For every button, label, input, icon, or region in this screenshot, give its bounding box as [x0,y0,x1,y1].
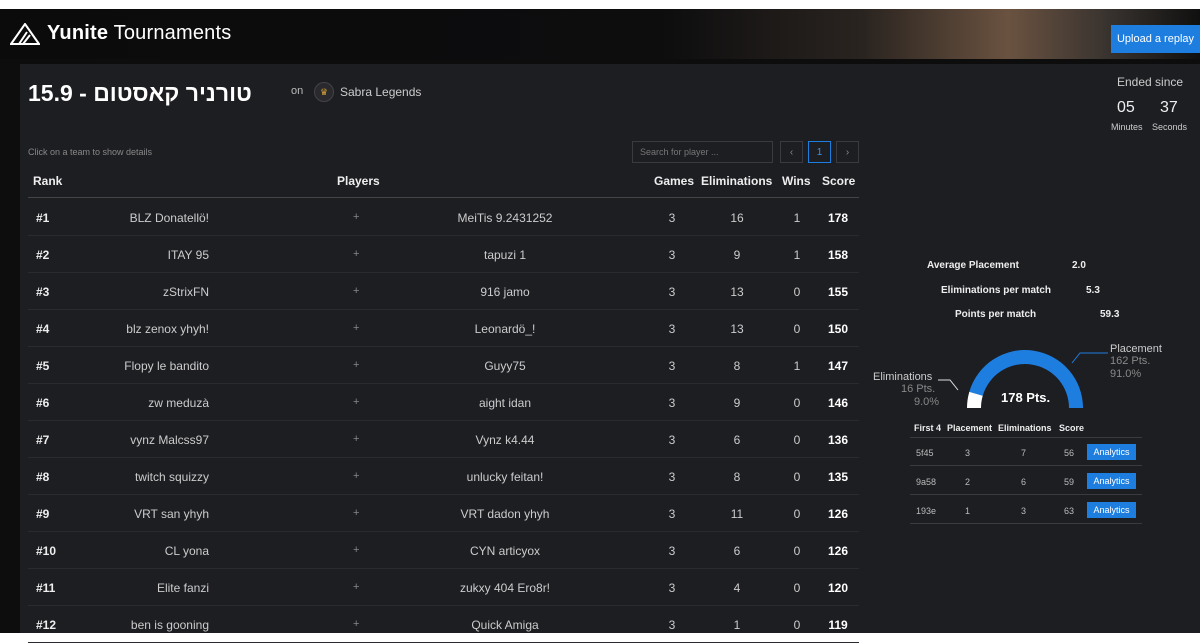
organizer-avatar-icon[interactable]: ♛ [314,82,334,102]
match-col-score: Score [1059,423,1085,433]
match-row-divider [910,523,1142,524]
analytics-button[interactable]: Analytics [1087,473,1136,489]
match-col-placement: Placement [947,423,993,433]
team-plus-icon: + [353,470,360,482]
top-strip [0,0,1200,9]
gauge-elim-percent: 9.0% [914,396,940,408]
team-plus-icon: + [353,544,360,556]
elims-per-match-value: 5.3 [1086,285,1100,296]
match-placement: 2 [965,477,971,487]
match-eliminations: 6 [1021,477,1027,487]
player-search-input[interactable] [632,141,773,163]
countdown-minutes: 05 [1117,99,1135,116]
rank-cell: #6 [36,396,50,410]
rank-cell: #10 [36,544,57,558]
header-divider [28,197,859,198]
gauge-placement-label: Placement [1110,343,1162,355]
match-placement: 3 [965,448,971,458]
col-header-eliminations: Eliminations [701,174,773,188]
gauge-placement-percent: 91.0% [1110,368,1142,380]
page-1-button[interactable]: 1 [808,141,831,163]
table-row[interactable]: #4 blz zenox yhyh! + Leonardö_! 3 13 0 150 [28,310,859,347]
match-id: 193e [916,506,937,516]
team-plus-icon: + [353,248,360,260]
match-header-divider [910,437,1142,438]
team-plus-icon: + [353,359,360,371]
table-row[interactable]: #2 ITAY 95 + tapuzi 1 3 9 1 158 [28,236,859,273]
table-row[interactable]: #1 BLZ Donatellö! + MeiTis 9.2431252 3 16 1 178 [28,199,859,236]
team-plus-icon: + [353,433,360,445]
table-row[interactable]: #6 zw meduzà + aight idan 3 9 0 146 [28,384,859,421]
match-col-id: First 4 [914,423,942,433]
points-per-match-value: 59.3 [1100,309,1120,320]
table-row[interactable]: #7 vynz Malcss97 + Vynz k4.44 3 6 0 136 [28,421,859,458]
team-plus-icon: + [353,507,360,519]
rank-cell: #11 [36,581,56,595]
col-header-players: Players [337,174,380,188]
countdown-seconds-label: Seconds [1152,122,1188,132]
rank-cell: #3 [36,285,50,299]
team-plus-icon: + [353,211,360,223]
avg-placement-value: 2.0 [1072,260,1086,271]
countdown-seconds: 37 [1160,99,1178,116]
points-per-match-label: Points per match [955,309,1037,320]
col-header-games: Games [654,174,695,188]
match-score: 63 [1064,506,1075,516]
team-plus-icon: + [353,285,360,297]
rank-cell: #2 [36,248,50,262]
team-plus-icon: + [353,581,360,593]
gauge-total-points: 178 Pts. [1001,390,1051,405]
match-id: 5f45 [916,448,934,458]
team-plus-icon: + [353,396,360,408]
next-page-button[interactable]: › [836,141,859,163]
leaderboard-hint: Click on a team to show details [28,147,153,157]
avg-placement-label: Average Placement [927,260,1019,271]
table-row[interactable]: #11 Elite fanzi + zukxy 404 Ero8r! 3 4 0 120 [28,569,859,606]
brand-title[interactable]: Yunite Tournaments [47,22,231,45]
analytics-button[interactable]: Analytics [1087,502,1136,518]
table-row[interactable]: #8 twitch squizzy + unlucky feitan! 3 8 0 135 [28,458,859,495]
team-plus-icon: + [353,322,360,334]
rank-cell: #8 [36,470,50,484]
rank-cell: #5 [36,359,50,373]
table-row[interactable]: #5 Flopy le bandito + Guyy75 3 8 1 147 [28,347,859,384]
elims-per-match-label: Eliminations per match [941,285,1052,296]
table-row[interactable]: #12 ben is gooning + Quick Amiga 3 1 0 119 [28,606,859,643]
col-header-rank: Rank [33,174,63,188]
gauge-elim-label: Eliminations [873,371,933,383]
analytics-button[interactable]: Analytics [1087,444,1136,460]
table-row[interactable]: #10 CL yona + CYN articyox 3 6 0 126 [28,532,859,569]
yunite-logo-icon [10,23,40,45]
rank-cell: #4 [36,322,50,336]
gauge-placement-points: 162 Pts. [1110,355,1151,367]
match-placement: 1 [965,506,971,516]
rank-cell: #7 [36,433,50,447]
match-row-divider [910,465,1142,466]
rank-cell: #9 [36,507,50,521]
table-row[interactable]: #9 VRT san yhyh + VRT dadon yhyh 3 11 0 126 [28,495,859,532]
match-score: 59 [1064,477,1075,487]
gauge-elim-points: 16 Pts. [901,383,936,395]
tournament-title: 15.9 - טורניר קאסטום [28,80,252,106]
countdown-minutes-label: Minutes [1111,122,1143,132]
rank-cell: #1 [36,211,50,225]
upload-replay-button[interactable]: Upload a replay [1111,25,1200,53]
match-id: 9a58 [916,477,937,487]
team-plus-icon: + [353,618,360,630]
match-col-eliminations: Eliminations [998,423,1052,433]
app-header: Yunite Tournaments Upload a replay [0,9,1200,59]
match-eliminations: 3 [1021,506,1027,516]
prev-page-button[interactable]: ‹ [780,141,803,163]
match-row-divider [910,494,1142,495]
organizer-name[interactable]: Sabra Legends [340,85,421,99]
table-row[interactable]: #3 zStrixFN +916 jamo 3 13 0 155 [28,273,859,310]
match-eliminations: 7 [1021,448,1027,458]
rank-cell: #12 [36,618,57,632]
ended-since-label: Ended since [1117,75,1184,89]
col-header-wins: Wins [782,174,811,188]
page-margin-left [0,59,20,633]
col-header-score: Score [822,174,856,188]
match-score: 56 [1064,448,1075,458]
on-label: on [291,85,304,97]
